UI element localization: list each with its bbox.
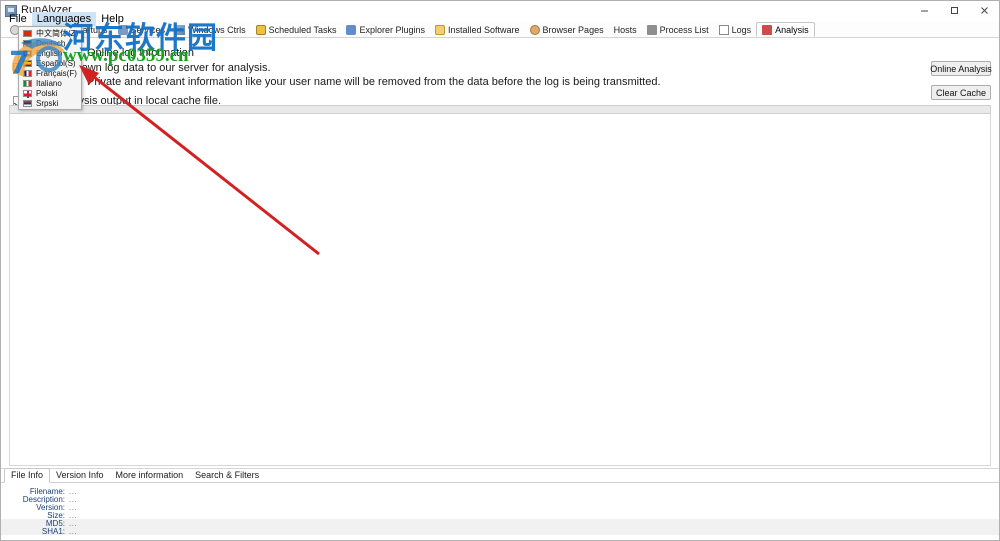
flag-france-icon (23, 69, 32, 77)
table-row: Filename: ... (1, 487, 999, 496)
menu-help[interactable]: Help (96, 12, 129, 26)
clear-cache-button[interactable]: Clear Cache (931, 85, 991, 100)
menu-languages[interactable]: Languages (31, 12, 97, 26)
language-label: English (36, 48, 63, 58)
language-label: Srpski (36, 98, 59, 108)
tab-more-information[interactable]: More information (110, 469, 190, 482)
tab-file-info[interactable]: File Info (4, 468, 51, 483)
language-label: Polski (36, 88, 58, 98)
language-label: Español(S) (36, 58, 76, 68)
analysis-actions: Online Analysis Clear Cache (930, 61, 992, 100)
language-option-english[interactable]: English (19, 48, 81, 58)
online-log-information-panel: Online log information Send unknown log … (1, 39, 999, 107)
bottom-panel: File Info Version Info More information … (1, 468, 999, 540)
table-row: Size: ... (1, 511, 999, 520)
file-info-table: Filename: ... Description: ... Version: … (1, 483, 999, 536)
document-icon (718, 24, 729, 35)
table-row: MD5: ... (1, 519, 999, 528)
language-option-chinese[interactable]: 中文简体(Z) (19, 28, 81, 38)
languages-dropdown-menu[interactable]: 中文简体(Z) Deutsch English Español(S) Franç… (18, 26, 82, 110)
language-label: Deutsch (36, 38, 66, 48)
menu-file[interactable]: File (4, 12, 32, 26)
language-option-deutsch[interactable]: Deutsch (19, 38, 81, 48)
table-row: Version: ... (1, 503, 999, 512)
language-label: Français(F) (36, 68, 77, 78)
online-analysis-button[interactable]: Online Analysis (930, 61, 992, 76)
field-value: ... (69, 526, 78, 536)
flag-poland-icon (23, 89, 32, 98)
tab-search-filters[interactable]: Search & Filters (189, 469, 265, 482)
language-option-espanol[interactable]: Español(S) (19, 58, 81, 68)
language-label: 中文简体(Z) (36, 28, 79, 38)
menu-bar: File Languages Help (1, 12, 999, 26)
language-option-srpski[interactable]: Srpski (19, 98, 81, 108)
calendar-icon (255, 24, 266, 35)
globe-icon (529, 24, 540, 35)
flag-serbia-icon (23, 99, 32, 107)
bottom-tabstrip: File Info Version Info More information … (1, 468, 999, 483)
flag-germany-icon (23, 39, 32, 47)
analysis-tab-content: Online log information Send unknown log … (1, 39, 999, 468)
flag-china-icon (23, 29, 32, 37)
chart-icon (762, 24, 773, 35)
flag-italy-icon (23, 79, 32, 87)
language-option-italiano[interactable]: Italiano (19, 78, 81, 88)
field-label: SHA1: (41, 526, 65, 536)
cpu-icon (646, 24, 657, 35)
gear-icon (117, 24, 128, 35)
flag-spain-icon (23, 59, 32, 67)
language-label: Italiano (36, 78, 62, 88)
window-icon (175, 24, 186, 35)
language-option-francais[interactable]: Français(F) (19, 68, 81, 78)
table-row: Description: ... (1, 495, 999, 504)
flag-uk-icon (23, 49, 32, 57)
language-option-polski[interactable]: Polski (19, 88, 81, 98)
send-log-data-note: Private and relevant information like yo… (87, 76, 661, 88)
panel-heading: Online log information (87, 47, 195, 59)
table-row: SHA1: ... (1, 526, 999, 536)
tab-version-info[interactable]: Version Info (50, 469, 110, 482)
results-list-body[interactable] (9, 114, 991, 466)
plugin-icon (346, 24, 357, 35)
folder-icon (435, 24, 445, 35)
runalyzer-window: RunAlyzer File Languages Help History St… (0, 0, 1000, 541)
results-list-header[interactable] (9, 105, 991, 114)
send-log-data-option[interactable]: Send unknown log data to our server for … (13, 62, 989, 75)
